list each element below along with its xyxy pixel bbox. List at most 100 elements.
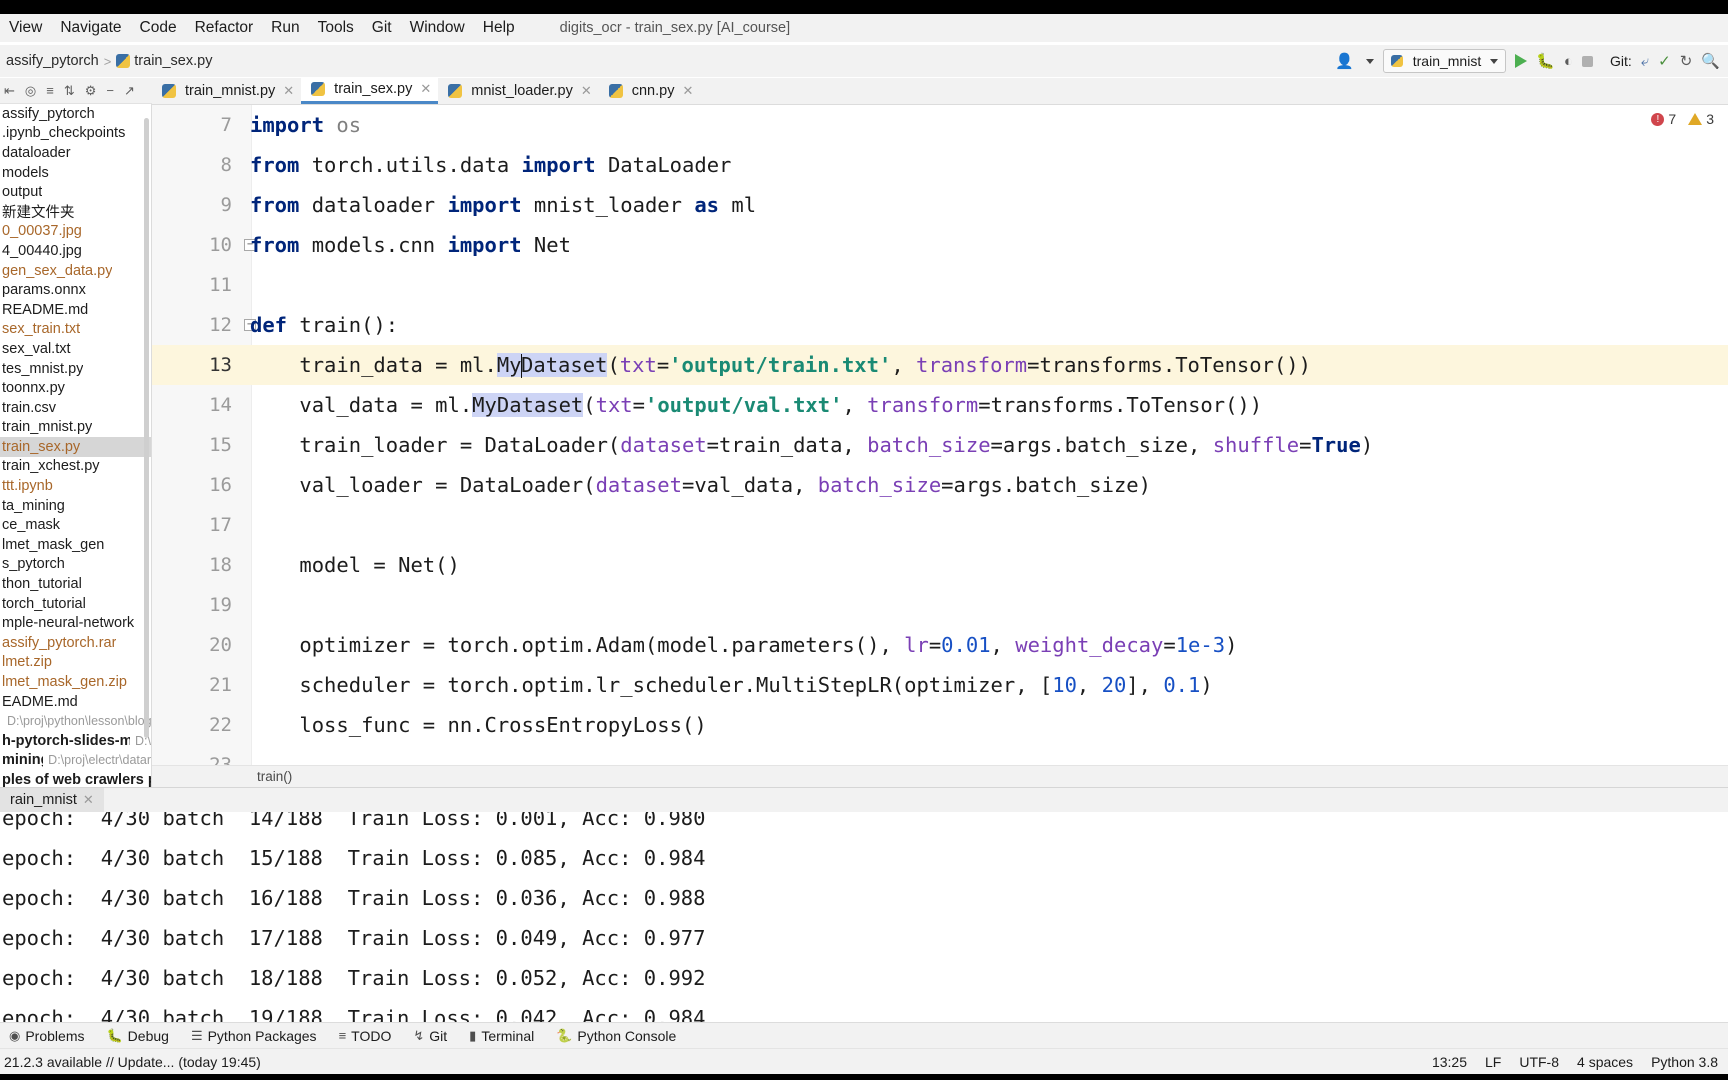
project-tree-item[interactable]: thon_tutorial bbox=[0, 574, 151, 594]
editor-tab[interactable]: train_sex.py ✕ bbox=[301, 77, 439, 104]
menu-item-window[interactable]: Window bbox=[401, 17, 474, 39]
project-tree[interactable]: assify_pytorch .ipynb_checkpoints dataload… bbox=[0, 104, 152, 808]
file-encoding[interactable]: UTF-8 bbox=[1519, 1054, 1559, 1070]
menu-item-tools[interactable]: Tools bbox=[309, 17, 363, 39]
breadcrumb-file[interactable]: train_sex.py bbox=[116, 53, 212, 69]
project-tree-item[interactable]: lmet_mask_gen bbox=[0, 535, 151, 555]
inspection-widget[interactable]: ! 7 3 bbox=[1651, 111, 1714, 127]
project-tree-item[interactable]: lmet_mask_gen.zip bbox=[0, 672, 151, 692]
status-message[interactable]: 21.2.3 available // Update... (today 19:… bbox=[0, 1054, 261, 1070]
target-icon[interactable]: ◎ bbox=[25, 83, 36, 99]
project-tree-item[interactable]: sex_val.txt bbox=[0, 339, 151, 359]
editor-breadcrumb[interactable]: train() bbox=[152, 765, 1728, 787]
code-line[interactable]: 22 loss_func = nn.CrossEntropyLoss() bbox=[152, 705, 1728, 745]
code-line[interactable]: 10 from models.cnn import Net bbox=[152, 225, 1728, 265]
git-update-icon[interactable]: ⤶ bbox=[1641, 53, 1649, 70]
error-count-badge[interactable]: ! 7 bbox=[1651, 111, 1676, 127]
coverage-icon[interactable]: ◐ bbox=[1564, 53, 1573, 70]
menu-item-help[interactable]: Help bbox=[474, 17, 524, 39]
menu-item-code[interactable]: Code bbox=[131, 17, 186, 39]
run-configuration-selector[interactable]: train_mnist bbox=[1382, 49, 1507, 73]
project-tree-item[interactable]: output bbox=[0, 182, 151, 202]
stop-icon[interactable] bbox=[1581, 55, 1593, 67]
code-line[interactable]: 15 train_loader = DataLoader(dataset=tra… bbox=[152, 425, 1728, 465]
tool-button-python-packages[interactable]: ☰ Python Packages bbox=[182, 1028, 326, 1044]
project-tree-item[interactable]: D:\proj\python\lesson\blog bbox=[0, 711, 151, 731]
code-line[interactable]: 11 bbox=[152, 265, 1728, 305]
python-interpreter[interactable]: Python 3.8 bbox=[1651, 1054, 1718, 1070]
code-line[interactable]: 9 from dataloader import mnist_loader as … bbox=[152, 185, 1728, 225]
project-tree-item[interactable]: assify_pytorch bbox=[0, 104, 151, 124]
project-tree-item[interactable]: assify_pytorch.rar bbox=[0, 633, 151, 653]
sort-icon[interactable]: ⇅ bbox=[64, 83, 75, 99]
code-line[interactable]: 23 bbox=[152, 745, 1728, 765]
project-tree-item[interactable]: ttt.ipynb bbox=[0, 476, 151, 496]
project-tree-item[interactable]: models bbox=[0, 163, 151, 183]
line-separator[interactable]: LF bbox=[1485, 1054, 1501, 1070]
project-tree-item[interactable]: s_pytorch bbox=[0, 555, 151, 575]
project-tree-item[interactable]: mining D:\proj\electr\datar bbox=[0, 751, 151, 771]
menu-item-git[interactable]: Git bbox=[363, 17, 401, 39]
account-icon[interactable]: 👤 bbox=[1335, 52, 1354, 70]
project-tree-item[interactable]: torch_tutorial bbox=[0, 594, 151, 614]
tool-button-debug[interactable]: 🐛 Debug bbox=[97, 1028, 177, 1044]
project-tree-item[interactable]: h-pytorch-slides-mainD:\ bbox=[0, 731, 151, 751]
tool-button-python-console[interactable]: 🐍 Python Console bbox=[547, 1028, 685, 1044]
indent-setting[interactable]: 4 spaces bbox=[1577, 1054, 1633, 1070]
project-tree-item[interactable]: ce_mask bbox=[0, 515, 151, 535]
code-line[interactable]: 13 train_data = ml.MyDataset(txt='output… bbox=[152, 345, 1728, 385]
tool-button-problems[interactable]: ◉ Problems bbox=[0, 1028, 93, 1044]
account-chevron-down-icon[interactable] bbox=[1365, 58, 1374, 64]
project-tree-item[interactable]: train_sex.py bbox=[0, 437, 151, 457]
code-line[interactable]: 18 model = Net() bbox=[152, 545, 1728, 585]
editor-tab[interactable]: train_mnist.py ✕ bbox=[152, 77, 301, 104]
run-icon[interactable] bbox=[1515, 54, 1528, 68]
menu-item-refactor[interactable]: Refactor bbox=[186, 17, 263, 39]
hide-icon[interactable]: − bbox=[106, 83, 114, 98]
run-tab-train-mnist[interactable]: rain_mnist ✕ bbox=[0, 788, 104, 812]
close-icon[interactable]: ✕ bbox=[581, 83, 592, 99]
code-line[interactable]: 20 optimizer = torch.optim.Adam(model.pa… bbox=[152, 625, 1728, 665]
project-tree-item[interactable]: params.onnx bbox=[0, 280, 151, 300]
close-icon[interactable]: ✕ bbox=[283, 83, 294, 99]
tool-button-terminal[interactable]: ▮ Terminal bbox=[460, 1028, 543, 1044]
menu-item-run[interactable]: Run bbox=[262, 17, 308, 39]
project-tree-item[interactable]: README.md bbox=[0, 300, 151, 320]
code-line[interactable]: 17 bbox=[152, 505, 1728, 545]
gear-icon[interactable]: ⚙ bbox=[85, 83, 97, 99]
code-lines[interactable]: 7 import os 8 from torch.utils.data import … bbox=[152, 105, 1728, 765]
project-tree-item[interactable]: train.csv bbox=[0, 398, 151, 418]
editor-tab[interactable]: cnn.py ✕ bbox=[599, 77, 701, 104]
tool-button-git[interactable]: ↯ Git bbox=[404, 1028, 456, 1044]
project-tree-item[interactable]: 0_00037.jpg bbox=[0, 222, 151, 242]
git-history-icon[interactable]: ↻ bbox=[1680, 52, 1693, 70]
project-tree-item[interactable]: dataloader bbox=[0, 143, 151, 163]
menu-item-view[interactable]: View bbox=[0, 17, 51, 39]
menu-item-navigate[interactable]: Navigate bbox=[51, 17, 130, 39]
code-line[interactable]: 7 import os bbox=[152, 105, 1728, 145]
code-editor[interactable]: 7 import os 8 from torch.utils.data import … bbox=[152, 105, 1728, 765]
debug-icon[interactable]: 🐛 bbox=[1536, 52, 1555, 70]
code-line[interactable]: 19 bbox=[152, 585, 1728, 625]
project-tree-item[interactable]: tes_mnist.py bbox=[0, 359, 151, 379]
project-tree-item[interactable]: mple-neural-network bbox=[0, 613, 151, 633]
run-console-output[interactable]: epoch: 4/30 batch 14/188 Train Loss: 0.0… bbox=[0, 812, 1728, 1022]
project-tree-item[interactable]: lmet.zip bbox=[0, 653, 151, 673]
close-icon[interactable]: ✕ bbox=[83, 792, 94, 808]
code-line[interactable]: 14 val_data = ml.MyDataset(txt='output/v… bbox=[152, 385, 1728, 425]
search-icon[interactable]: 🔍 bbox=[1701, 52, 1720, 70]
project-tree-item[interactable]: train_mnist.py bbox=[0, 418, 151, 438]
caret-position[interactable]: 13:25 bbox=[1432, 1054, 1467, 1070]
expand-icon[interactable]: ≡ bbox=[46, 83, 54, 98]
project-tree-item[interactable]: 新建文件夹 bbox=[0, 202, 151, 222]
close-icon[interactable]: ✕ bbox=[682, 83, 693, 99]
project-tree-item[interactable]: EADME.md bbox=[0, 692, 151, 712]
code-line[interactable]: 21 scheduler = torch.optim.lr_scheduler.… bbox=[152, 665, 1728, 705]
code-line[interactable]: 16 val_loader = DataLoader(dataset=val_d… bbox=[152, 465, 1728, 505]
editor-tab[interactable]: mnist_loader.py ✕ bbox=[438, 77, 598, 104]
collapse-all-icon[interactable]: ⇤ bbox=[4, 83, 15, 99]
project-tree-item[interactable]: 4_00440.jpg bbox=[0, 241, 151, 261]
project-tree-item[interactable]: train_xchest.py bbox=[0, 457, 151, 477]
project-tree-scrollbar[interactable] bbox=[144, 118, 149, 738]
project-tree-item[interactable]: .ipynb_checkpoints bbox=[0, 124, 151, 144]
